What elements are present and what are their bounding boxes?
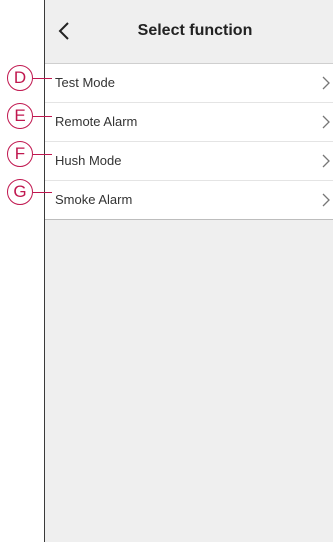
callout-annotations: D E F G	[0, 63, 60, 223]
chevron-right-icon	[322, 115, 330, 129]
callout-f: F	[7, 141, 33, 167]
list-item-smoke-alarm[interactable]: Smoke Alarm	[45, 181, 333, 219]
page: Select function Test Mode Remote Alarm H…	[0, 0, 333, 542]
callout-d: D	[7, 65, 33, 91]
page-title: Select function	[137, 22, 253, 39]
callout-line	[33, 154, 52, 155]
list-item-label: Remote Alarm	[55, 114, 138, 129]
list-item-label: Test Mode	[55, 75, 115, 90]
callout-e: E	[7, 103, 33, 129]
header-bar: Select function	[45, 0, 333, 63]
chevron-right-icon	[322, 154, 330, 168]
callout-line	[33, 116, 52, 117]
function-list: Test Mode Remote Alarm Hush Mode Smoke A…	[45, 63, 333, 220]
chevron-right-icon	[322, 193, 330, 207]
callout-line	[33, 192, 52, 193]
list-item-label: Smoke Alarm	[55, 192, 133, 207]
callout-g: G	[7, 179, 33, 205]
list-item-remote-alarm[interactable]: Remote Alarm	[45, 103, 333, 142]
chevron-right-icon	[322, 76, 330, 90]
list-item-test-mode[interactable]: Test Mode	[45, 64, 333, 103]
callout-line	[33, 78, 52, 79]
list-item-hush-mode[interactable]: Hush Mode	[45, 142, 333, 181]
phone-screen: Select function Test Mode Remote Alarm H…	[44, 0, 333, 542]
list-item-label: Hush Mode	[55, 153, 122, 168]
